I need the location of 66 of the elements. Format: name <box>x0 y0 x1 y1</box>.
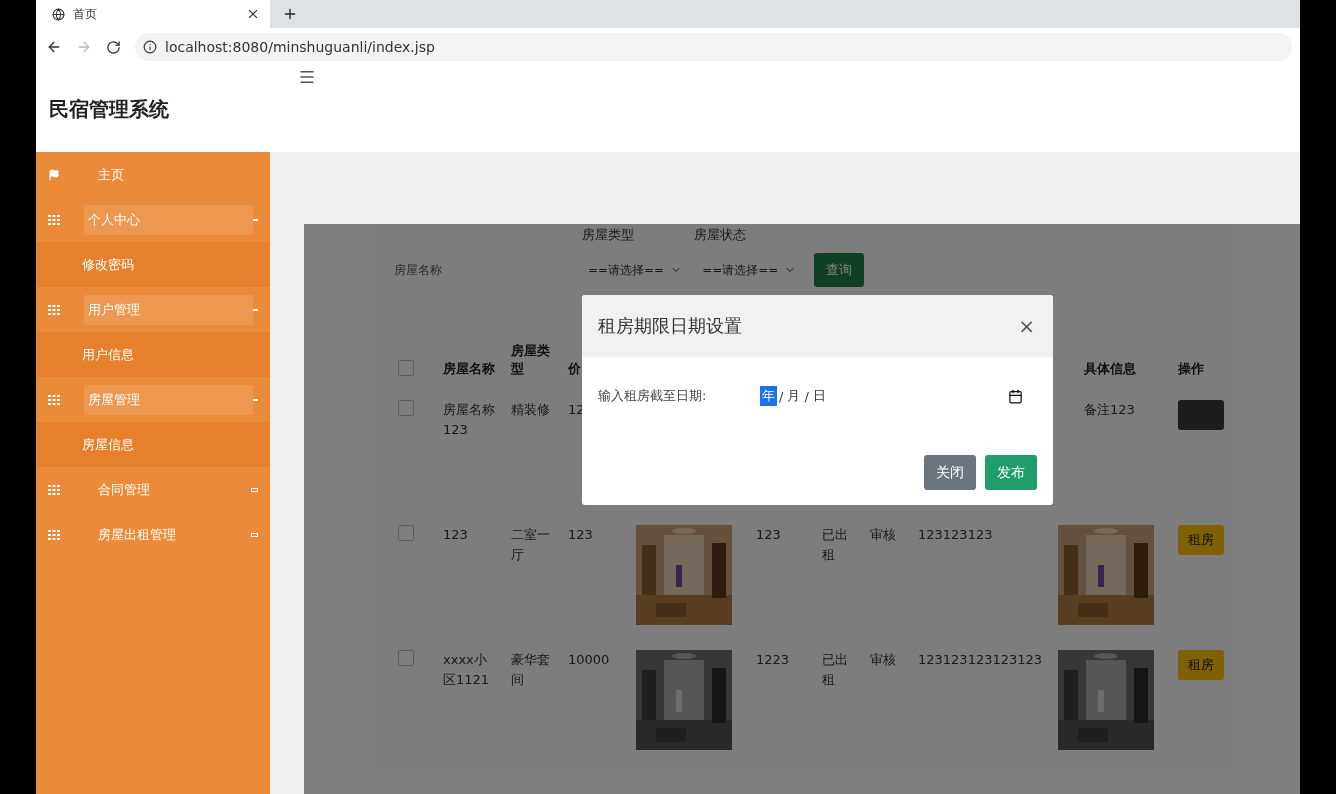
nav-subitem[interactable]: 修改密码 <box>36 242 270 287</box>
checkbox[interactable] <box>398 360 414 376</box>
column-header: 房屋名称 <box>443 360 495 378</box>
checkbox[interactable] <box>398 650 414 666</box>
calendar-icon[interactable] <box>1008 388 1023 404</box>
table-cell: 123 <box>443 527 468 542</box>
column-header: 具体信息 <box>1084 360 1136 378</box>
back-icon[interactable] <box>46 39 62 55</box>
query-button[interactable]: 查询 <box>814 253 865 287</box>
column-header: 价 <box>568 360 581 378</box>
checkbox[interactable] <box>398 525 414 541</box>
close-button[interactable]: × <box>1016 314 1037 338</box>
table-cell: 123 <box>568 527 593 542</box>
browser-tab[interactable]: 首页 <box>36 0 270 28</box>
app-title: 民宿管理系统 <box>49 96 170 123</box>
table-cell: 审核 <box>870 652 896 667</box>
date-field[interactable]: 年 / 月 / 日 <box>760 385 1037 407</box>
close-icon[interactable] <box>246 7 260 21</box>
table-cell: xxxx小区1121 <box>443 652 490 687</box>
checkbox[interactable] <box>398 400 414 416</box>
filter-select[interactable]: ==请选择== <box>700 257 799 283</box>
plus-icon[interactable] <box>282 6 298 22</box>
rent-button[interactable]: 租房 <box>1178 650 1224 680</box>
flag-icon <box>48 168 60 181</box>
table-cell: 备注123 <box>1084 402 1135 417</box>
publish-button[interactable]: 发布 <box>985 455 1037 490</box>
grid-icon <box>48 529 60 540</box>
table-cell: 123123123 <box>918 527 993 542</box>
nav-group[interactable]: 房屋出租管理 <box>36 512 270 557</box>
table-cell: 房屋名称123 <box>443 402 495 437</box>
globe-icon <box>52 7 65 21</box>
reload-icon[interactable] <box>106 39 121 55</box>
grid-icon <box>48 394 60 405</box>
table-cell: 10000 <box>568 652 610 667</box>
table-cell: 1223 <box>756 652 790 667</box>
filter-label: 房屋状态 <box>694 226 746 244</box>
nav-subitem[interactable]: 房屋信息 <box>36 422 270 467</box>
dialog-title: 租房期限日期设置 <box>598 314 743 338</box>
table-cell: 精装修 <box>511 402 550 417</box>
table-cell: 123123123123123 <box>918 652 1043 667</box>
grid-icon <box>48 484 60 495</box>
table-cell: 审核 <box>870 527 896 542</box>
filter-select[interactable]: ==请选择== <box>585 257 685 283</box>
grid-icon <box>48 304 60 315</box>
nav-group[interactable]: 个人中心 <box>36 197 270 242</box>
nav-subitem[interactable]: 用户信息 <box>36 332 270 377</box>
nav-group[interactable]: 合同管理 <box>36 467 270 512</box>
date-label: 输入租房截至日期: <box>598 387 708 405</box>
name-search-field[interactable]: 房屋名称 <box>392 254 554 286</box>
close-dialog-button[interactable]: 关闭 <box>924 455 976 490</box>
table-cell: 已出租 <box>822 652 848 687</box>
address-bar[interactable]: localhost:8080/minshuguanli/index.jsp <box>135 33 1292 61</box>
nav-group[interactable]: 用户管理 <box>36 287 270 332</box>
tab-title: 首页 <box>73 5 98 23</box>
table-cell: 已出租 <box>822 527 848 562</box>
table-cell: 123 <box>756 527 781 542</box>
rent-button[interactable]: 租房 <box>1178 525 1224 555</box>
info-icon <box>143 40 157 54</box>
filter-label: 房屋类型 <box>582 226 634 244</box>
table-cell: 豪华套间 <box>511 652 550 687</box>
column-header: 房屋类型 <box>511 342 551 378</box>
nav-group[interactable]: 房屋管理 <box>36 377 270 422</box>
column-header: 操作 <box>1178 360 1204 378</box>
nav-item[interactable]: 主页 <box>36 152 270 197</box>
menu-icon[interactable] <box>298 68 316 84</box>
grid-icon <box>48 214 60 225</box>
